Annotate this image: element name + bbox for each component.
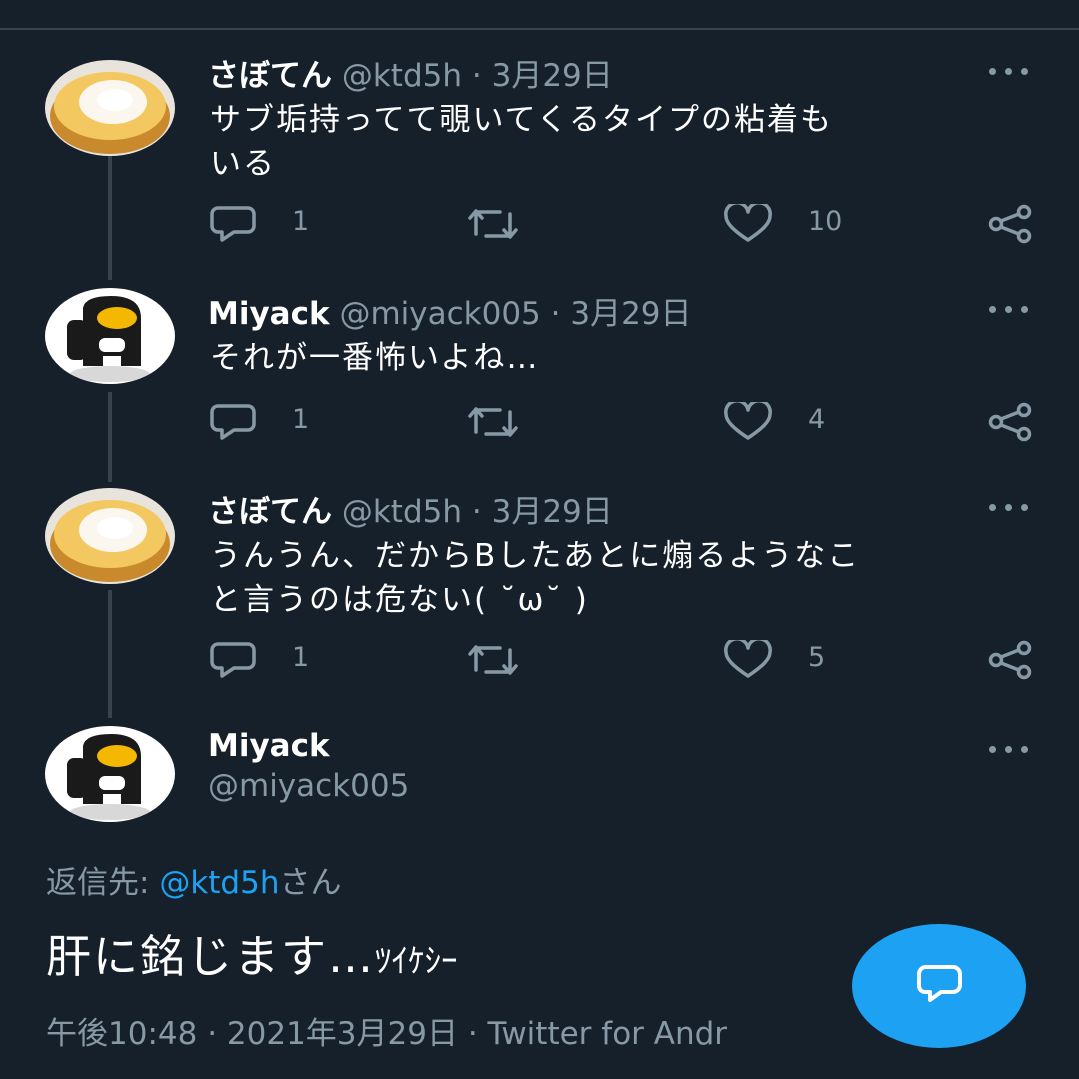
heart-icon <box>724 640 772 678</box>
retweet-button[interactable] <box>466 402 520 442</box>
tweet-body: 肝に銘じます… <box>46 930 376 983</box>
swiss-roll-cake-avatar <box>45 60 175 156</box>
display-name-text: Miyack <box>208 728 330 764</box>
avatar[interactable] <box>45 488 175 584</box>
share-button[interactable] <box>986 204 1034 244</box>
reply-to-mention[interactable]: @ktd5h <box>159 865 279 901</box>
reply-bubble-icon <box>210 206 256 242</box>
separator: · <box>550 296 561 332</box>
reply-count: 1 <box>292 642 310 673</box>
reply-button[interactable] <box>210 402 258 442</box>
like-button[interactable] <box>723 402 773 442</box>
display-name[interactable]: Miyack <box>208 296 330 332</box>
tweet-text-line: サブ垢持ってて覗いてくるタイプの粘着も <box>210 102 833 138</box>
tweet-date[interactable]: 3月29日 <box>492 58 613 94</box>
heart-icon <box>724 402 772 440</box>
tweet-text-line: うんうん、だからBしたあとに煽るようなこ <box>210 538 861 574</box>
share-icon <box>988 402 1032 442</box>
more-dots-icon[interactable] <box>985 492 1035 522</box>
share-button[interactable] <box>986 640 1034 680</box>
display-name[interactable]: Miyack <box>208 728 330 764</box>
handle[interactable]: @ktd5h <box>342 494 462 530</box>
reply-bubble-icon <box>210 642 256 678</box>
handle[interactable]: @miyack005 <box>208 768 409 804</box>
avatar[interactable] <box>45 726 175 822</box>
reply-count: 1 <box>292 404 310 435</box>
top-divider <box>0 28 1079 30</box>
avatar[interactable] <box>45 60 175 156</box>
reply-to-suffix: さん <box>279 865 342 901</box>
avatar[interactable] <box>45 288 175 384</box>
tweet-text-line: それが一番怖いよね… <box>210 340 540 376</box>
share-icon <box>988 640 1032 680</box>
reply-button[interactable] <box>210 204 258 244</box>
retweet-button[interactable] <box>466 204 520 244</box>
tweet-text: サブ垢持ってて覗いてくるタイプの粘着も いる <box>210 98 1040 186</box>
reply-count: 1 <box>292 206 310 237</box>
more-dots-icon[interactable] <box>985 294 1035 324</box>
tweet-text-line: と言うのは危ない( ˘ω˘ ) <box>210 582 589 618</box>
separator: · <box>471 58 482 94</box>
reply-to-label: 返信先: <box>46 865 160 901</box>
share-button[interactable] <box>986 402 1034 442</box>
tweet-header: Miyack @miyack005 · 3月29日 <box>208 288 692 333</box>
separator: · <box>471 494 482 530</box>
black-crewmate-avatar <box>45 726 175 822</box>
share-icon <box>988 204 1032 244</box>
display-name[interactable]: さぼてん <box>208 494 332 530</box>
tweet-header: さぼてん @ktd5h · 3月29日 <box>208 50 613 95</box>
retweet-button[interactable] <box>466 640 520 680</box>
thread-line <box>108 152 112 280</box>
handle[interactable]: @miyack005 <box>339 296 540 332</box>
display-name[interactable]: さぼてん <box>208 58 332 94</box>
like-count: 4 <box>808 404 826 435</box>
retweet-icon <box>468 407 518 437</box>
swiss-roll-cake-avatar <box>45 488 175 584</box>
tweet-date[interactable]: 3月29日 <box>492 494 613 530</box>
compose-reply-icon <box>917 965 962 1002</box>
black-crewmate-avatar <box>45 288 175 384</box>
heart-icon <box>724 204 772 242</box>
focused-tweet-text: 肝に銘じます…ﾂｲｹｼｰ <box>46 920 458 985</box>
reply-to-line: 返信先: @ktd5hさん <box>46 857 341 902</box>
reply-bubble-icon <box>210 404 256 440</box>
handle-text: @miyack005 <box>208 768 410 804</box>
more-dots-icon[interactable] <box>985 734 1035 764</box>
retweet-icon <box>468 209 518 239</box>
like-count: 5 <box>808 642 826 673</box>
tweet-text-line: いる <box>210 146 276 182</box>
like-button[interactable] <box>723 640 773 680</box>
reply-button[interactable] <box>210 640 258 680</box>
compose-reply-button[interactable] <box>852 924 1026 1048</box>
like-button[interactable] <box>723 204 773 244</box>
like-count: 10 <box>808 206 843 237</box>
thread-line <box>108 392 112 482</box>
timestamp-meta[interactable]: 午後10:48 · 2021年3月29日 · Twitter for Andr <box>46 1008 727 1053</box>
tweet-header: さぼてん @ktd5h · 3月29日 <box>208 486 613 531</box>
thread-line <box>108 590 112 718</box>
tweet-text: それが一番怖いよね… <box>210 336 1040 380</box>
more-dots-icon[interactable] <box>985 56 1035 86</box>
tweet-body-suffix: ﾂｲｹｼｰ <box>375 941 458 980</box>
tweet-text: うんうん、だからBしたあとに煽るようなこ と言うのは危ない( ˘ω˘ ) <box>210 534 1040 622</box>
retweet-icon <box>468 645 518 675</box>
handle[interactable]: @ktd5h <box>342 58 462 94</box>
tweet-date[interactable]: 3月29日 <box>570 296 691 332</box>
